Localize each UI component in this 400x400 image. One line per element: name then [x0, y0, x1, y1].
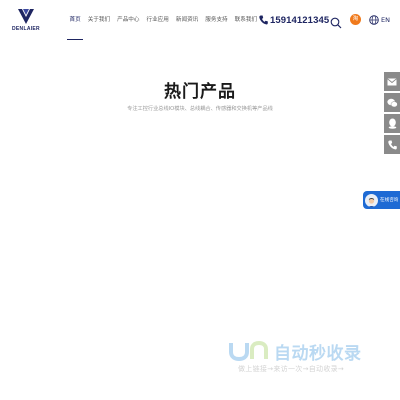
side-qq-button[interactable] [384, 114, 400, 133]
page: DENLAIER 首页 关于我们 产品中心 行业应用 新闻资讯 服务支持 联系我… [0, 0, 400, 400]
search-button[interactable] [330, 14, 342, 29]
watermark-logo-icon [229, 340, 268, 362]
nav-item-industry[interactable]: 行业应用 [143, 0, 172, 40]
nav-item-support[interactable]: 服务支持 [202, 0, 231, 40]
logo-text: DENLAIER [12, 26, 40, 32]
nav-item-about[interactable]: 关于我们 [84, 0, 113, 40]
phone-number: 15914121345 [270, 14, 330, 26]
logo[interactable]: DENLAIER [10, 8, 42, 36]
nav-item-contact[interactable]: 联系我们 [231, 0, 260, 40]
watermark: 自动秒收录 做上链接→来访一次→自动收录→ [228, 340, 388, 376]
phone-icon [387, 140, 397, 149]
main-nav: 首页 关于我们 产品中心 行业应用 新闻资讯 服务支持 联系我们 [66, 0, 261, 40]
side-toolbar [384, 72, 400, 156]
side-mail-button[interactable] [384, 72, 400, 91]
side-wechat-button[interactable] [384, 93, 400, 112]
language-switch[interactable]: EN [369, 14, 390, 26]
nav-item-home[interactable]: 首页 [66, 0, 84, 40]
online-consult-button[interactable]: 在线咨询 [363, 191, 400, 209]
mail-icon [387, 77, 397, 85]
watermark-row: 自动秒收录 [228, 340, 388, 364]
qq-icon [388, 118, 396, 129]
nav-item-news[interactable]: 新闻资讯 [172, 0, 201, 40]
phone-icon [259, 15, 268, 25]
nav-item-products[interactable]: 产品中心 [114, 0, 143, 40]
avatar [365, 193, 378, 207]
consult-label: 在线咨询 [380, 198, 399, 203]
globe-icon [369, 15, 379, 25]
support-agent-icon [368, 197, 375, 207]
search-icon [330, 17, 342, 29]
section-title: 热门产品 [164, 82, 236, 102]
language-label: EN [381, 16, 390, 24]
watermark-subtitle: 做上链接→来访一次→自动收录→ [238, 365, 345, 373]
logo-icon [18, 9, 34, 24]
header-phone[interactable]: 15914121345 [259, 14, 329, 26]
site-header: DENLAIER 首页 关于我们 产品中心 行业应用 新闻资讯 服务支持 联系我… [0, 0, 400, 40]
wechat-icon [386, 98, 398, 107]
section-subtitle: 专注工控行业总线IO模块、总线耦合、传感器和交换机等产品线 [127, 106, 273, 112]
shop-button[interactable]: 淘 [350, 14, 361, 25]
side-phone-button[interactable] [384, 135, 400, 154]
watermark-title: 自动秒收录 [274, 343, 362, 364]
